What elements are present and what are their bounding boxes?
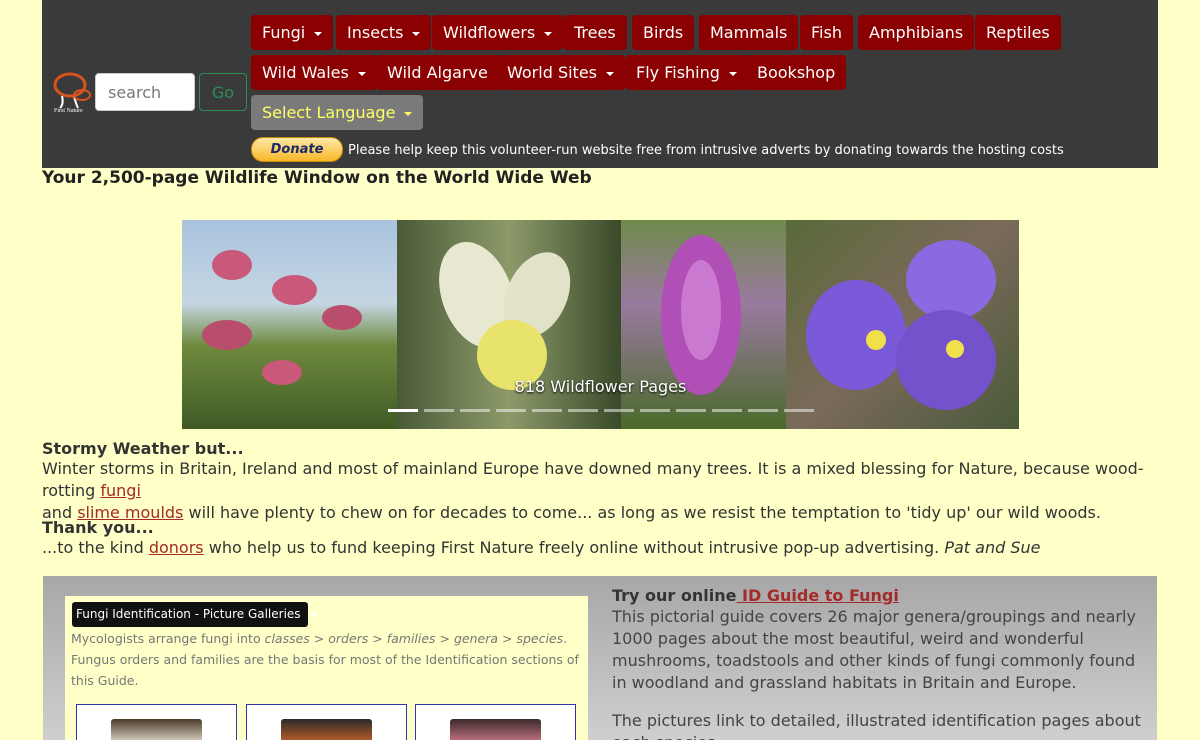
site-tagline: Your 2,500-page Wildlife Window on the W… bbox=[42, 168, 592, 188]
guide-paragraph-2: The pictures link to detailed, illustrat… bbox=[612, 711, 1141, 740]
nav-label: World Sites bbox=[507, 63, 597, 82]
donors-link[interactable]: donors bbox=[149, 538, 204, 557]
nav-label: Wildflowers bbox=[443, 23, 536, 42]
language-label: Select Language bbox=[262, 103, 396, 122]
news-heading: Stormy Weather but... bbox=[42, 439, 244, 458]
carousel-indicator[interactable] bbox=[783, 409, 814, 412]
caret-down-icon bbox=[314, 31, 323, 36]
nav-world-sites[interactable]: World Sites bbox=[496, 55, 625, 90]
caret-down-icon bbox=[404, 111, 413, 116]
news-paragraph: Winter storms in Britain, Ireland and mo… bbox=[42, 458, 1158, 524]
nav-reptiles[interactable]: Reptiles bbox=[975, 15, 1061, 50]
guide-paragraph-1: This pictorial guide covers 26 major gen… bbox=[612, 607, 1136, 692]
fungi-link[interactable]: fungi bbox=[100, 481, 141, 500]
preview-text: Mycologists arrange fungi into bbox=[71, 631, 265, 646]
carousel-indicator[interactable] bbox=[459, 409, 490, 412]
nav-trees[interactable]: Trees bbox=[563, 15, 627, 50]
preview-thumb-image bbox=[111, 719, 202, 740]
thanks-heading: Thank you... bbox=[42, 518, 154, 537]
carousel-indicator[interactable] bbox=[675, 409, 706, 412]
preview-button-label: Fungi Identification - Picture Galleries bbox=[76, 607, 301, 621]
image-carousel[interactable]: 818 Wildflower Pages bbox=[182, 220, 1019, 429]
svg-text:First Nature: First Nature bbox=[54, 108, 83, 114]
nav-wild-algarve[interactable]: Wild Algarve bbox=[376, 55, 499, 90]
news-text: Winter storms in Britain, Ireland and mo… bbox=[42, 459, 1144, 500]
nav-amphibians[interactable]: Amphibians bbox=[858, 15, 975, 50]
preview-text-em: classes > orders > families > genera > s… bbox=[264, 631, 564, 646]
caret-down-icon bbox=[357, 71, 366, 76]
thanks-text: who help us to fund keeping First Nature… bbox=[203, 538, 945, 557]
carousel-indicator[interactable] bbox=[639, 409, 670, 412]
nav-fish[interactable]: Fish bbox=[800, 15, 853, 50]
carousel-indicator[interactable] bbox=[495, 409, 526, 412]
search-input[interactable] bbox=[95, 73, 195, 111]
carousel-photo-orchid bbox=[621, 220, 786, 429]
caret-down-icon bbox=[412, 31, 421, 36]
search-go-button[interactable]: Go bbox=[199, 73, 247, 111]
nav-fungi[interactable]: Fungi bbox=[251, 15, 334, 50]
carousel-indicator[interactable] bbox=[423, 409, 454, 412]
preview-gallery-button: Fungi Identification - Picture Galleries bbox=[72, 602, 318, 627]
carousel-indicator[interactable] bbox=[603, 409, 634, 412]
preview-thumb-image bbox=[450, 719, 541, 740]
nav-mammals[interactable]: Mammals bbox=[699, 15, 799, 50]
carousel-photo-red-valerian bbox=[182, 220, 397, 429]
news-text: will have plenty to chew on for decades … bbox=[183, 503, 1101, 522]
nav-label: Insects bbox=[347, 23, 404, 42]
carousel-indicator[interactable] bbox=[711, 409, 742, 412]
signature: Pat and Sue bbox=[944, 538, 1041, 557]
id-guide-link[interactable]: ID Guide to Fungi bbox=[736, 586, 899, 605]
select-language-dropdown[interactable]: Select Language bbox=[251, 95, 424, 130]
caret-down-icon bbox=[728, 71, 737, 76]
thanks-paragraph: ...to the kind donors who help us to fun… bbox=[42, 537, 1158, 559]
caret-down-icon bbox=[544, 31, 553, 36]
donate-button[interactable]: Donate bbox=[251, 137, 343, 162]
preview-description: Mycologists arrange fungi into classes >… bbox=[71, 628, 586, 691]
caret-down-icon bbox=[606, 71, 614, 76]
carousel-indicator[interactable] bbox=[747, 409, 778, 412]
guide-heading: Try our online ID Guide to Fungi bbox=[612, 586, 899, 605]
nav-birds[interactable]: Birds bbox=[632, 15, 695, 50]
guide-heading-text: Try our online bbox=[612, 586, 737, 605]
nav-label: Fly Fishing bbox=[636, 63, 720, 82]
carousel-indicator[interactable] bbox=[531, 409, 562, 412]
nav-wild-wales[interactable]: Wild Wales bbox=[251, 55, 377, 90]
carousel-photo-columbine bbox=[397, 220, 621, 429]
thanks-text: ...to the kind bbox=[42, 538, 149, 557]
preview-thumb-image bbox=[281, 719, 372, 740]
carousel-indicator[interactable] bbox=[387, 409, 418, 412]
carousel-caption: 818 Wildflower Pages bbox=[514, 377, 687, 396]
nav-insects[interactable]: Insects bbox=[336, 15, 432, 50]
first-nature-logo[interactable]: First Nature bbox=[52, 70, 94, 114]
nav-fly-fishing[interactable]: Fly Fishing bbox=[625, 55, 748, 90]
carousel-indicator[interactable] bbox=[567, 409, 598, 412]
caret-down-icon bbox=[309, 612, 318, 617]
nav-bookshop[interactable]: Bookshop bbox=[746, 55, 847, 90]
nav-label: Wild Wales bbox=[262, 63, 349, 82]
donate-message: Please help keep this volunteer-run webs… bbox=[348, 143, 1064, 158]
carousel-photo-violets bbox=[786, 220, 1019, 429]
nav-wildflowers[interactable]: Wildflowers bbox=[432, 15, 564, 50]
nav-label: Fungi bbox=[262, 23, 306, 42]
